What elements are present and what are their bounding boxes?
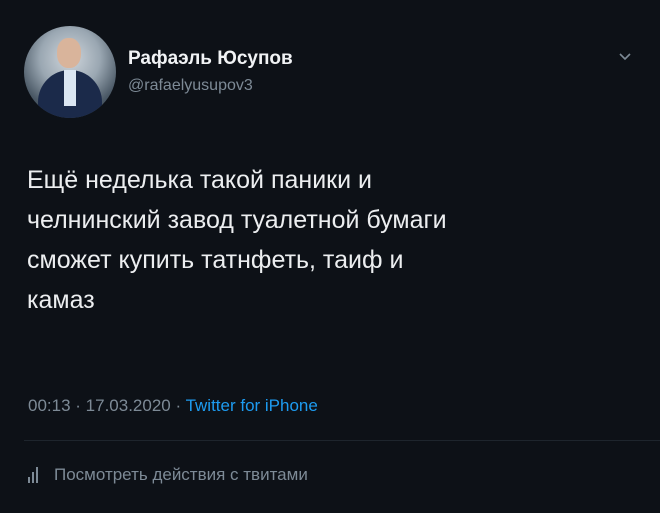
author-handle[interactable]: @rafaelyusupov3 [128, 75, 293, 97]
avatar-face [57, 38, 81, 68]
tweet-time: 00:13 [28, 396, 71, 415]
meta-separator: · [70, 396, 86, 415]
tweet-date: 17.03.2020 [85, 396, 171, 415]
tweet-card: Рафаэль Юсупов @rafaelyusupov3 Ещё недел… [0, 0, 660, 513]
tweet-text: Ещё неделька такой паники и челнинский з… [27, 166, 447, 314]
view-activity-link[interactable]: Посмотреть действия с твитами [28, 463, 308, 487]
view-activity-label: Посмотреть действия с твитами [54, 465, 308, 484]
tweet-meta: 00:13 · 17.03.2020 · Twitter for iPhone [28, 394, 318, 418]
avatar[interactable] [24, 26, 116, 118]
tweet-source-link[interactable]: Twitter for iPhone [186, 396, 318, 415]
author-display-name[interactable]: Рафаэль Юсупов [128, 47, 293, 71]
chevron-down-icon[interactable] [618, 50, 632, 64]
author-names: Рафаэль Юсупов @rafaelyusupov3 [128, 47, 293, 97]
divider [24, 440, 660, 441]
tweet-header: Рафаэль Юсупов @rafaelyusupov3 [24, 26, 293, 118]
bar-chart-icon [28, 467, 42, 483]
avatar-shirt [64, 70, 76, 106]
meta-separator: · [170, 396, 186, 415]
